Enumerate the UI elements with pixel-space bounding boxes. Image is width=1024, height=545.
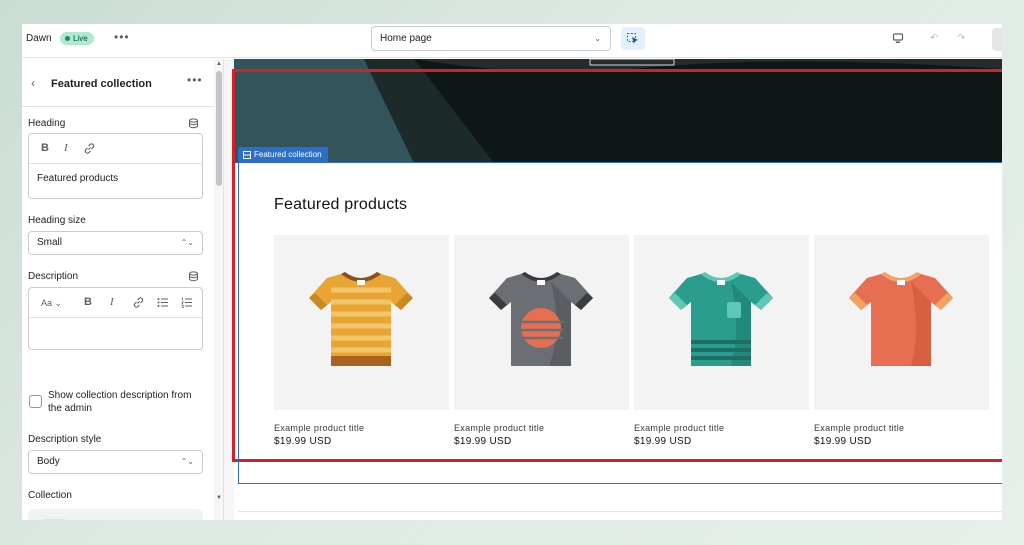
back-icon[interactable]: ‹ <box>31 76 35 90</box>
italic-button[interactable]: I <box>64 142 68 154</box>
product-card[interactable]: Example product title $19.99 USD <box>274 235 449 447</box>
sidebar-header: ‹ Featured collection ••• <box>22 59 214 107</box>
product-card[interactable]: Example product title $19.99 USD <box>454 235 629 447</box>
product-image <box>814 235 989 410</box>
dynamic-source-icon[interactable] <box>188 271 199 282</box>
page-selector-value: Home page <box>380 33 432 44</box>
sidebar-title: Featured collection <box>51 78 152 90</box>
collection-picker[interactable] <box>28 509 203 520</box>
scroll-down-icon[interactable]: ▼ <box>216 495 222 501</box>
theme-actions-button[interactable]: ••• <box>114 30 130 44</box>
section-tag[interactable]: Featured collection <box>238 147 328 162</box>
description-editor[interactable]: Aa ⌄ B I <box>28 287 203 350</box>
settings-sidebar: ‹ Featured collection ••• Heading B I Fe… <box>22 59 214 520</box>
product-card[interactable]: Example product title $19.99 USD <box>634 235 809 447</box>
select-arrows-icon: ⌃⌄ <box>180 238 194 247</box>
sidebar-scrollbar[interactable]: ▲ ▼ <box>214 59 224 520</box>
numbered-list-icon[interactable] <box>181 297 193 308</box>
heading-size-label: Heading size <box>28 215 86 226</box>
show-description-label: Show collection description from the adm… <box>48 390 192 414</box>
heading-size-value: Small <box>37 237 63 248</box>
collection-label: Collection <box>28 490 72 501</box>
product-price: $19.99 USD <box>634 436 692 447</box>
bullet-list-icon[interactable] <box>157 297 169 308</box>
scrollbar-thumb[interactable] <box>216 71 222 186</box>
tshirt-icon <box>309 272 413 366</box>
product-title[interactable]: Example product title <box>814 423 989 433</box>
live-dot-icon <box>65 36 70 41</box>
description-style-value: Body <box>37 456 60 467</box>
heading-editor-toolbar: B I <box>29 134 202 164</box>
bold-button[interactable]: B <box>41 142 49 154</box>
live-badge-label: Live <box>73 34 88 43</box>
heading-editor-content[interactable]: Featured products <box>29 164 202 193</box>
product-image <box>274 235 449 410</box>
inspector-toggle-button[interactable] <box>621 27 645 50</box>
theme-editor: Dawn Live ••• Home page ⌄ ↶ ↷ ‹ Featured… <box>22 24 1002 520</box>
text-format-dropdown[interactable]: Aa ⌄ <box>41 298 62 309</box>
dynamic-source-icon[interactable] <box>188 118 199 129</box>
product-title[interactable]: Example product title <box>634 423 809 433</box>
section-actions-button[interactable]: ••• <box>187 73 203 87</box>
live-badge: Live <box>60 32 94 45</box>
featured-heading: Featured products <box>274 196 408 213</box>
tshirt-icon <box>849 272 953 366</box>
store-preview: Featured collection Featured products Ex… <box>224 59 1002 520</box>
description-style-label: Description style <box>28 434 102 445</box>
description-style-select[interactable]: Body ⌃⌄ <box>28 450 203 474</box>
product-title[interactable]: Example product title <box>274 423 449 433</box>
select-arrows-icon: ⌃⌄ <box>180 457 194 466</box>
link-icon[interactable] <box>133 297 144 308</box>
undo-icon[interactable]: ↶ <box>930 33 938 44</box>
heading-label: Heading <box>28 118 66 129</box>
top-bar: Dawn Live ••• Home page ⌄ ↶ ↷ <box>22 24 1002 58</box>
italic-button[interactable]: I <box>110 296 114 308</box>
product-card[interactable]: Example product title $19.99 USD <box>814 235 989 447</box>
bold-button[interactable]: B <box>84 296 92 308</box>
product-price: $19.99 USD <box>274 436 332 447</box>
chevron-down-icon: ⌄ <box>594 34 601 43</box>
theme-name: Dawn <box>26 33 52 44</box>
section-tag-label: Featured collection <box>254 150 322 159</box>
redo-icon[interactable]: ↷ <box>957 33 965 44</box>
show-description-checkbox[interactable] <box>29 395 42 408</box>
product-title[interactable]: Example product title <box>454 423 629 433</box>
section-grid-icon <box>243 150 251 159</box>
heading-editor[interactable]: B I Featured products <box>28 133 203 199</box>
heading-size-select[interactable]: Small ⌃⌄ <box>28 231 203 255</box>
product-price: $19.99 USD <box>454 436 512 447</box>
product-price: $19.99 USD <box>814 436 872 447</box>
collection-thumbnail <box>40 519 68 520</box>
save-button[interactable] <box>992 28 1002 51</box>
page-selector[interactable]: Home page ⌄ <box>371 26 611 51</box>
tshirt-icon <box>669 272 773 366</box>
description-label: Description <box>28 271 79 282</box>
description-editor-toolbar: Aa ⌄ B I <box>29 288 202 318</box>
description-editor-content[interactable] <box>29 318 202 336</box>
section-divider <box>238 511 1002 512</box>
tshirt-icon <box>489 272 593 366</box>
cursor-select-icon <box>627 33 638 44</box>
product-image <box>634 235 809 410</box>
product-image <box>454 235 629 410</box>
desktop-view-icon[interactable] <box>892 33 904 44</box>
scroll-up-icon[interactable]: ▲ <box>216 61 222 67</box>
link-icon[interactable] <box>84 143 95 154</box>
